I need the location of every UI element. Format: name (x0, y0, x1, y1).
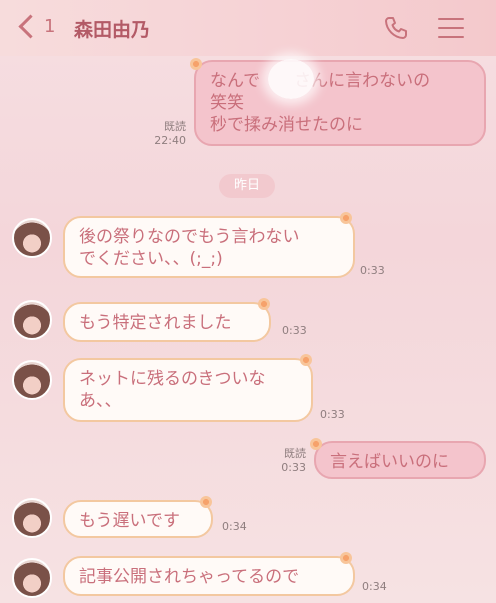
chat-header: 1 森田由乃 (0, 0, 496, 56)
message-bubble-incoming[interactable]: 記事公開されちゃってるので (63, 556, 355, 596)
avatar[interactable] (12, 360, 52, 400)
message-line: あ、、 (79, 391, 122, 411)
message-line: ネットに残るのきついな (79, 369, 266, 389)
message-meta: 既読 22:40 (140, 120, 186, 148)
message-meta: 既読 0:33 (260, 447, 306, 475)
menu-icon[interactable] (438, 18, 464, 38)
message-time: 0:33 (360, 264, 385, 277)
message-time: 0:33 (282, 324, 307, 337)
redacted-name-blur (268, 59, 314, 99)
message-line: でください、、(;_;) (79, 249, 223, 269)
phone-icon[interactable] (382, 14, 410, 42)
message-line: 言えばいいのに (330, 452, 449, 472)
flower-decoration-icon (190, 58, 202, 70)
message-line: もう遅いです (79, 511, 180, 531)
message-time: 0:34 (222, 520, 247, 533)
flower-decoration-icon (340, 212, 352, 224)
flower-decoration-icon (258, 298, 270, 310)
message-bubble-outgoing[interactable]: なんで さんに言わないの 笑笑 秒で揉み消せたのに (194, 60, 486, 146)
flower-decoration-icon (340, 552, 352, 564)
message-line: もう特定されました (79, 313, 232, 333)
message-bubble-incoming[interactable]: 後の祭りなのでもう言わない でください、、(;_;) (63, 216, 355, 278)
message-time: 0:33 (281, 461, 306, 474)
date-divider: 昨日 (219, 174, 275, 198)
read-receipt: 既読 (164, 120, 186, 133)
message-line: 後の祭りなのでもう言わない (79, 227, 300, 247)
flower-decoration-icon (300, 354, 312, 366)
avatar[interactable] (12, 218, 52, 258)
message-bubble-incoming[interactable]: ネットに残るのきついな あ、、 (63, 358, 313, 422)
avatar[interactable] (12, 498, 52, 538)
message-time: 0:33 (320, 408, 345, 421)
message-bubble-outgoing[interactable]: 言えばいいのに (314, 441, 486, 479)
back-unread-count[interactable]: 1 (44, 16, 55, 37)
message-bubble-incoming[interactable]: もう遅いです (63, 500, 213, 538)
flower-decoration-icon (200, 496, 212, 508)
message-line: 笑笑 (210, 93, 244, 113)
chevron-left-icon[interactable] (18, 14, 43, 39)
message-time: 22:40 (154, 134, 186, 147)
message-line: なんで さんに言わないの (210, 71, 431, 91)
message-line: 秒で揉み消せたのに (210, 115, 363, 135)
message-time: 0:34 (362, 580, 387, 593)
message-line: 記事公開されちゃってるので (79, 567, 300, 587)
read-receipt: 既読 (284, 447, 306, 460)
flower-decoration-icon (310, 438, 322, 450)
avatar[interactable] (12, 558, 52, 598)
chat-title: 森田由乃 (74, 19, 151, 41)
avatar[interactable] (12, 300, 52, 340)
message-bubble-incoming[interactable]: もう特定されました (63, 302, 271, 342)
